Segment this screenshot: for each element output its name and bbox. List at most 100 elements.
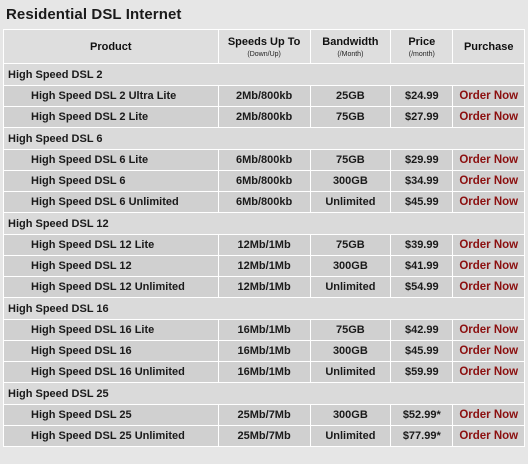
group-title: High Speed DSL 12 <box>3 212 525 235</box>
order-now-link[interactable]: Order Now <box>459 366 518 378</box>
header-price-label: Price <box>408 35 436 48</box>
group-title: High Speed DSL 16 <box>3 297 525 320</box>
plan-speed: 2Mb/800kb <box>217 106 311 128</box>
purchase-cell: Order Now <box>452 404 525 426</box>
table-row: High Speed DSL 25 Unlimited 25Mb/7Mb Unlim… <box>3 425 525 447</box>
plan-price: $24.99 <box>390 85 454 107</box>
plan-bandwidth: Unlimited <box>309 191 392 213</box>
order-now-link[interactable]: Order Now <box>459 111 518 123</box>
table-row: High Speed DSL 2 Ultra Lite 2Mb/800kb 25GB… <box>3 85 525 107</box>
table-row: High Speed DSL 25 25Mb/7Mb 300GB $52.99* Ord… <box>3 404 525 426</box>
purchase-cell: Order Now <box>452 255 525 277</box>
plan-speed: 25Mb/7Mb <box>217 425 311 447</box>
plan-price: $54.99 <box>390 276 454 298</box>
order-now-link[interactable]: Order Now <box>459 239 518 251</box>
purchase-cell: Order Now <box>452 361 525 383</box>
plan-name: High Speed DSL 2 Lite <box>3 106 219 128</box>
order-now-link[interactable]: Order Now <box>459 409 518 421</box>
table-row: High Speed DSL 16 Unlimited 16Mb/1Mb Unlim… <box>3 361 525 383</box>
plan-name: High Speed DSL 16 <box>3 340 219 362</box>
plan-bandwidth: Unlimited <box>309 276 392 298</box>
order-now-link[interactable]: Order Now <box>459 154 518 166</box>
table-row: High Speed DSL 16 Lite 16Mb/1Mb 75GB $42.99… <box>3 319 525 341</box>
plan-name: High Speed DSL 12 Lite <box>3 234 219 256</box>
plan-price: $59.99 <box>390 361 454 383</box>
plan-speed: 16Mb/1Mb <box>217 340 311 362</box>
header-price: Price (/month) <box>390 29 454 64</box>
purchase-cell: Order Now <box>452 234 525 256</box>
plan-bandwidth: 300GB <box>309 170 392 192</box>
purchase-cell: Order Now <box>452 276 525 298</box>
pricing-table: Product Speeds Up To (Down/Up) Bandwidth (… <box>3 29 525 447</box>
header-bandwidth-label: Bandwidth <box>322 35 379 48</box>
plan-name: High Speed DSL 6 <box>3 170 219 192</box>
plan-bandwidth: 25GB <box>309 85 392 107</box>
header-price-sub: (/month) <box>408 50 435 58</box>
group-row: High Speed DSL 12 <box>3 212 525 235</box>
plan-name: High Speed DSL 25 Unlimited <box>3 425 219 447</box>
plan-price: $45.99 <box>390 340 454 362</box>
group-title: High Speed DSL 2 <box>3 63 525 86</box>
table-row: High Speed DSL 16 16Mb/1Mb 300GB $45.99 Orde… <box>3 340 525 362</box>
header-product-label: Product <box>90 40 132 53</box>
header-speed: Speeds Up To (Down/Up) <box>217 29 311 64</box>
plan-name: High Speed DSL 12 <box>3 255 219 277</box>
order-now-link[interactable]: Order Now <box>459 281 518 293</box>
header-product: Product <box>3 29 219 64</box>
table-row: High Speed DSL 12 Unlimited 12Mb/1Mb Unlim… <box>3 276 525 298</box>
header-bandwidth-sub: (/Month) <box>337 50 364 58</box>
order-now-link[interactable]: Order Now <box>459 175 518 187</box>
group-title: High Speed DSL 6 <box>3 127 525 150</box>
group-row: High Speed DSL 2 <box>3 63 525 86</box>
header-purchase-label: Purchase <box>463 40 514 53</box>
plan-name: High Speed DSL 25 <box>3 404 219 426</box>
plan-bandwidth: Unlimited <box>309 425 392 447</box>
order-now-link[interactable]: Order Now <box>459 430 518 442</box>
plan-price: $29.99 <box>390 149 454 171</box>
table-body: High Speed DSL 2 High Speed DSL 2 Ultra L… <box>3 63 525 447</box>
purchase-cell: Order Now <box>452 425 525 447</box>
plan-name: High Speed DSL 2 Ultra Lite <box>3 85 219 107</box>
plan-speed: 16Mb/1Mb <box>217 361 311 383</box>
plan-price: $39.99 <box>390 234 454 256</box>
order-now-link[interactable]: Order Now <box>459 260 518 272</box>
plan-speed: 6Mb/800kb <box>217 170 311 192</box>
plan-name: High Speed DSL 6 Lite <box>3 149 219 171</box>
plan-name: High Speed DSL 12 Unlimited <box>3 276 219 298</box>
purchase-cell: Order Now <box>452 191 525 213</box>
table-row: High Speed DSL 2 Lite 2Mb/800kb 75GB $27.99… <box>3 106 525 128</box>
plan-bandwidth: 300GB <box>309 340 392 362</box>
plan-bandwidth: 75GB <box>309 106 392 128</box>
table-row: High Speed DSL 12 12Mb/1Mb 300GB $41.99 Orde… <box>3 255 525 277</box>
purchase-cell: Order Now <box>452 85 525 107</box>
group-row: High Speed DSL 6 <box>3 127 525 150</box>
table-row: High Speed DSL 6 6Mb/800kb 300GB $34.99 Orde… <box>3 170 525 192</box>
plan-price: $42.99 <box>390 319 454 341</box>
plan-speed: 12Mb/1Mb <box>217 234 311 256</box>
table-row: High Speed DSL 6 Lite 6Mb/800kb 75GB $29.99… <box>3 149 525 171</box>
plan-speed: 12Mb/1Mb <box>217 276 311 298</box>
header-bandwidth: Bandwidth (/Month) <box>309 29 392 64</box>
plan-speed: 16Mb/1Mb <box>217 319 311 341</box>
table-header: Product Speeds Up To (Down/Up) Bandwidth (… <box>3 29 525 64</box>
page-title: Residential DSL Internet <box>6 6 182 23</box>
plan-bandwidth: Unlimited <box>309 361 392 383</box>
order-now-link[interactable]: Order Now <box>459 196 518 208</box>
group-title: High Speed DSL 25 <box>3 382 525 405</box>
plan-name: High Speed DSL 6 Unlimited <box>3 191 219 213</box>
plan-price: $45.99 <box>390 191 454 213</box>
table-row: High Speed DSL 12 Lite 12Mb/1Mb 75GB $39.99… <box>3 234 525 256</box>
plan-price: $41.99 <box>390 255 454 277</box>
table-row: High Speed DSL 6 Unlimited 6Mb/800kb Unlim… <box>3 191 525 213</box>
plan-speed: 25Mb/7Mb <box>217 404 311 426</box>
order-now-link[interactable]: Order Now <box>459 345 518 357</box>
order-now-link[interactable]: Order Now <box>459 90 518 102</box>
header-purchase: Purchase <box>452 29 525 64</box>
plan-speed: 6Mb/800kb <box>217 149 311 171</box>
plan-price: $27.99 <box>390 106 454 128</box>
order-now-link[interactable]: Order Now <box>459 324 518 336</box>
plan-speed: 2Mb/800kb <box>217 85 311 107</box>
header-speed-label: Speeds Up To <box>227 35 301 48</box>
plan-speed: 6Mb/800kb <box>217 191 311 213</box>
plan-bandwidth: 75GB <box>309 149 392 171</box>
